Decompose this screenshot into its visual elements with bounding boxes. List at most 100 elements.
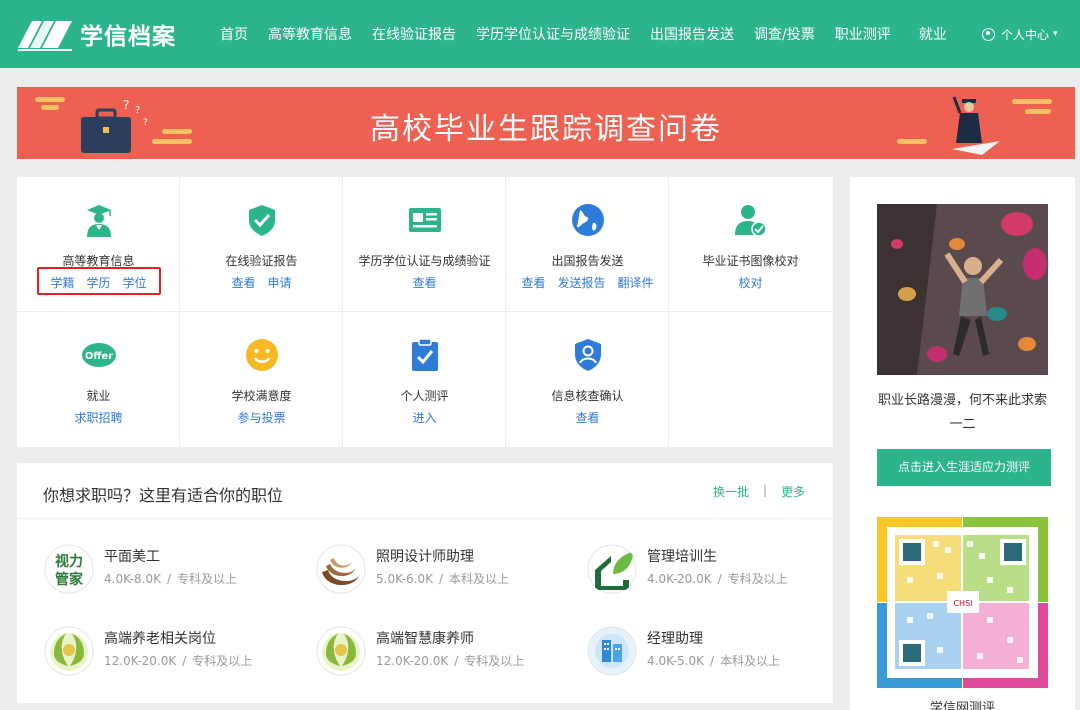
job-meta: 5.0K-6.0K / 本科及以上 — [376, 572, 510, 586]
service-links: 查看 申请 — [180, 274, 343, 291]
link-view[interactable]: 查看 — [412, 274, 436, 291]
job-meta: 12.0K-20.0K / 专科及以上 — [104, 654, 253, 668]
site-logo[interactable]: 学信档案 — [16, 13, 192, 55]
service-info-confirmation: 信息核查确认 查看 — [506, 312, 669, 447]
id-card-icon — [409, 208, 441, 232]
link-proofread[interactable]: 校对 — [738, 274, 762, 291]
service-links: 查看 发送报告 翻译件 — [506, 274, 669, 291]
logo-text: 视力 — [55, 553, 83, 570]
career-caption: 职业长路漫漫，何不来此求索一二 — [877, 393, 1047, 432]
job-education: 专科及以上 — [464, 654, 525, 668]
empty-cell — [669, 312, 832, 447]
graduate-figure-icon — [952, 96, 1000, 155]
more-jobs-link[interactable]: 更多 — [781, 483, 805, 500]
service-online-verification: 在线验证报告 查看 申请 — [180, 177, 343, 312]
book-logo-icon — [18, 21, 72, 51]
link-enter[interactable]: 进入 — [412, 409, 436, 426]
brand-name: 学信档案 — [80, 24, 176, 50]
highlight-box — [37, 267, 161, 295]
service-links: 查看 — [506, 409, 669, 426]
climbing-photo[interactable] — [877, 204, 1048, 375]
nav-career-test[interactable]: 职业测评 — [825, 24, 901, 44]
link-apply[interactable]: 申请 — [268, 274, 292, 291]
job-item[interactable]: 照明设计师助理 5.0K-6.0K / 本科及以上 — [316, 544, 576, 600]
nav-survey-vote[interactable]: 调查/投票 — [744, 24, 825, 44]
main-nav: 首页 高等教育信息 在线验证报告 学历学位认证与成绩验证 出国报告发送 调查/投… — [210, 0, 957, 68]
service-links: 校对 — [669, 274, 832, 291]
job-education: 专科及以上 — [192, 654, 253, 668]
qr-label: 学信网测评 — [929, 701, 995, 710]
job-name: 高端养老相关岗位 — [104, 631, 216, 647]
offer-icon: Offer — [82, 343, 116, 367]
job-item[interactable]: 经理助理 4.0K-5.0K / 本科及以上 — [587, 626, 847, 682]
job-education: 专科及以上 — [177, 572, 238, 586]
job-item[interactable]: 高端养老相关岗位 12.0K-20.0K / 专科及以上 — [44, 626, 304, 682]
job-item[interactable]: 高端智慧康养师 12.0K-20.0K / 专科及以上 — [316, 626, 576, 682]
job-name: 经理助理 — [647, 631, 703, 647]
nav-online-verification[interactable]: 在线验证报告 — [362, 24, 466, 44]
service-degree-certification: 学历学位认证与成绩验证 查看 — [343, 177, 506, 312]
link-view[interactable]: 查看 — [575, 409, 599, 426]
job-meta: 12.0K-20.0K / 专科及以上 — [376, 654, 525, 668]
smile-icon — [246, 339, 278, 371]
job-education: 本科及以上 — [720, 654, 781, 668]
service-title: 在线验证报告 — [225, 254, 298, 268]
service-title: 学校满意度 — [231, 389, 292, 403]
job-name: 照明设计师助理 — [376, 549, 474, 565]
service-certificate-check: 毕业证书图像校对 校对 — [669, 177, 832, 312]
caret-down-icon: ▾ — [1053, 29, 1058, 39]
wreath-logo — [316, 626, 366, 676]
link-job-search[interactable]: 求职招聘 — [74, 409, 122, 426]
nav-employment[interactable]: 就业 — [909, 24, 957, 44]
logo-text: 管家 — [55, 571, 84, 588]
service-links: 求职招聘 — [17, 409, 180, 426]
jobs-title: 你想求职吗？这里有适合你的职位 — [43, 486, 284, 505]
service-overseas-report: 出国报告发送 查看 发送报告 翻译件 — [506, 177, 669, 312]
service-personal-assessment: 个人测评 进入 — [343, 312, 506, 447]
jobs-actions: 换一批 | 更多 — [713, 483, 805, 500]
shield-check-icon — [249, 205, 275, 236]
qr-logo-text: CHSI — [953, 599, 972, 608]
service-links: 进入 — [343, 409, 506, 426]
survey-banner[interactable]: ? ? ? 高校毕业生跟踪调查问卷 — [17, 87, 1075, 159]
link-view[interactable]: 查看 — [521, 274, 545, 291]
top-nav: 学信档案 首页 高等教育信息 在线验证报告 学历学位认证与成绩验证 出国报告发送… — [0, 0, 1080, 68]
graduate-icon — [87, 205, 111, 237]
decor-bar — [35, 97, 65, 102]
link-send-report[interactable]: 发送报告 — [557, 274, 605, 291]
nav-higher-education[interactable]: 高等教育信息 — [258, 24, 362, 44]
job-recommendations: 你想求职吗？这里有适合你的职位 换一批 | 更多 视力 管家 平面美工 4.0K… — [17, 463, 833, 703]
link-vote[interactable]: 参与投票 — [237, 409, 285, 426]
user-center-menu[interactable]: 个人中心 ▾ — [982, 0, 1058, 68]
qr-code: CHSI — [877, 517, 1048, 688]
job-item[interactable]: 视力 管家 平面美工 4.0K-8.0K / 专科及以上 — [44, 544, 304, 600]
user-icon — [982, 27, 995, 41]
jobs-header: 你想求职吗？这里有适合你的职位 换一批 | 更多 — [17, 463, 833, 519]
job-salary: 4.0K-20.0K — [647, 572, 712, 586]
building-logo — [587, 626, 637, 676]
job-item[interactable]: 管理培训生 4.0K-20.0K / 专科及以上 — [587, 544, 847, 600]
service-title: 信息核查确认 — [551, 389, 624, 403]
nav-overseas-report[interactable]: 出国报告发送 — [640, 24, 744, 44]
service-school-satisfaction: 学校满意度 参与投票 — [180, 312, 343, 447]
job-name: 管理培训生 — [647, 549, 717, 565]
career-adaptability-test-button[interactable]: 点击进入生涯适应力测评 — [877, 449, 1051, 486]
service-links: 查看 — [343, 274, 506, 291]
job-meta: 4.0K-20.0K / 专科及以上 — [647, 572, 788, 586]
refresh-jobs-link[interactable]: 换一批 — [713, 483, 749, 500]
separator: | — [763, 483, 768, 497]
link-view[interactable]: 查看 — [231, 274, 255, 291]
shield-user-icon — [575, 339, 601, 371]
shili-logo: 视力 管家 — [44, 544, 94, 594]
link-translation[interactable]: 翻译件 — [618, 274, 654, 291]
user-check-icon — [735, 205, 767, 237]
service-grid: 高等教育信息 学籍 学历 学位 在线验证报告 查看 申请 学历学位认证与成绩验证 — [17, 177, 833, 447]
nav-degree-certification[interactable]: 学历学位认证与成绩验证 — [466, 24, 640, 44]
service-employment: Offer 就业 求职招聘 — [17, 312, 180, 447]
job-salary: 12.0K-20.0K — [376, 654, 449, 668]
service-title: 出国报告发送 — [551, 254, 624, 268]
job-education: 专科及以上 — [727, 572, 788, 586]
nav-home[interactable]: 首页 — [210, 24, 258, 44]
service-higher-education: 高等教育信息 学籍 学历 学位 — [17, 177, 180, 312]
job-name: 高端智慧康养师 — [376, 631, 474, 647]
